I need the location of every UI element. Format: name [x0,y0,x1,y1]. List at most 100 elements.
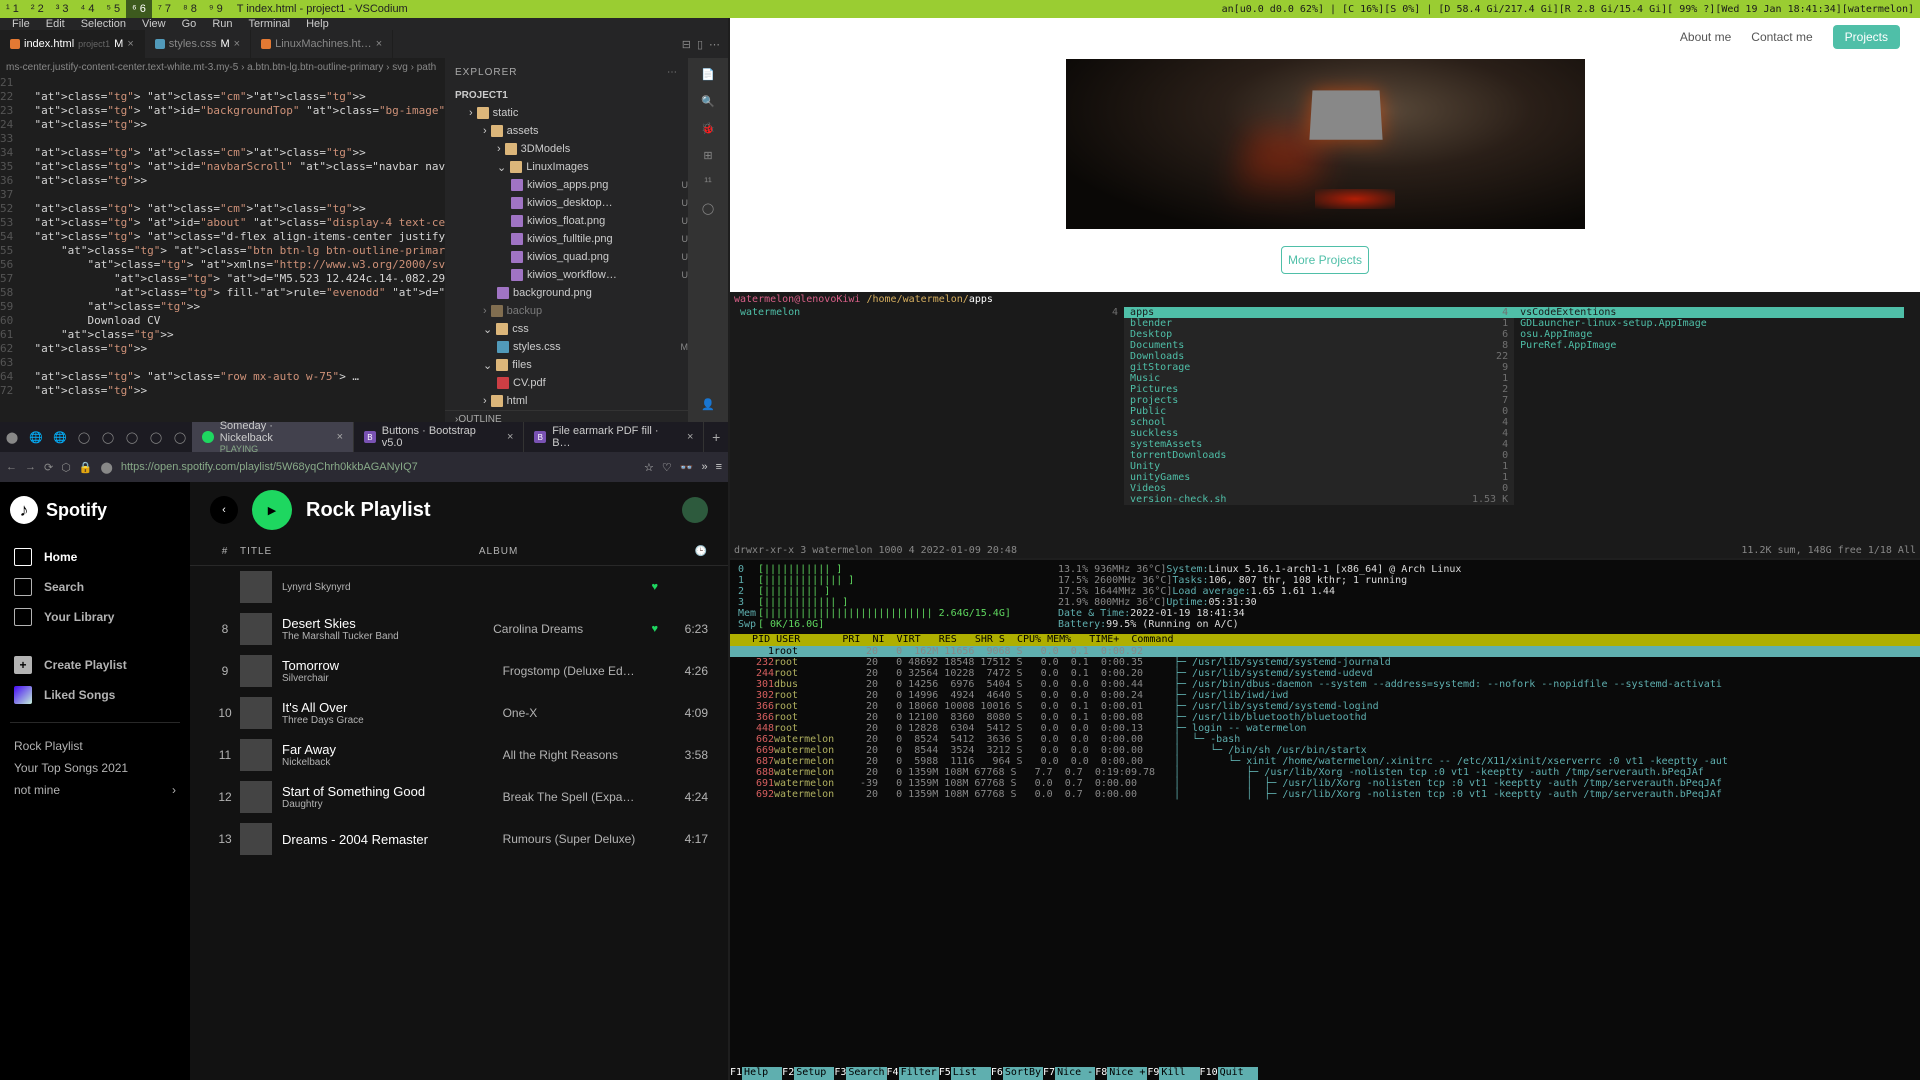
lf-entry[interactable]: suckless4 [1124,428,1514,439]
lf-entry[interactable]: projects7 [1124,395,1514,406]
process-row[interactable]: 366 root 20 0 18060 10008 10016 S 0.0 0.… [730,701,1920,712]
workspace-1[interactable]: ¹ 1 [0,0,25,18]
track-row[interactable]: 8Desert SkiesThe Marshall Tucker BandCar… [190,608,728,650]
lf-entry[interactable]: GDLauncher-linux-setup.AppImage [1514,318,1904,329]
process-row[interactable]: 688 watermelon 20 0 1359M 108M 67768 S 7… [730,767,1920,778]
pinned-tab-icon[interactable]: ⬤ [0,431,24,444]
play-button[interactable]: ▶ [252,490,292,530]
process-row[interactable]: 448 root 20 0 12828 6304 5412 S 0.0 0.0 … [730,723,1920,734]
code-area[interactable]: 2122232433343536375253545556575859606162… [0,76,445,446]
lf-entry[interactable]: apps4 [1124,307,1514,318]
menu-go[interactable]: Go [174,18,205,30]
pinned-tab-icon[interactable]: ◯ [144,431,168,444]
shield-icon[interactable]: ⬡ [61,461,71,474]
url-field[interactable]: https://open.spotify.com/playlist/5W68yq… [121,461,636,473]
user-avatar[interactable] [682,497,708,523]
toolbar-icon[interactable]: ≡ [716,461,722,474]
lf-entry[interactable]: vsCodeExtentions [1514,307,1904,318]
track-row[interactable]: 12Start of Something GoodDaughtryBreak T… [190,776,728,818]
tree-item[interactable]: ⌄ css [445,320,688,338]
spotify-nav-item[interactable]: Search [10,572,180,602]
process-list[interactable]: 1 root 20 0 162M 11656 9068 S 0.0 0.1 0:… [730,646,1920,1067]
tree-item[interactable]: background.png [445,284,688,302]
spotify-nav-item[interactable]: Your Library [10,602,180,632]
browser-tab[interactable]: Someday · NickelbackPLAYING× [192,422,354,452]
editor-tab[interactable]: styles.cssM × [145,30,251,58]
lf-entry[interactable]: version-check.sh1.53 K [1124,494,1514,505]
tree-item[interactable]: › 3DModels [445,140,688,158]
file-tree[interactable]: PROJECT1 › static› assets› 3DModels⌄ Lin… [445,86,688,410]
nav-link-contact[interactable]: Contact me [1751,30,1812,44]
lf-current-col[interactable]: apps4blender1Desktop6Documents8Downloads… [1124,307,1514,505]
lf-entry[interactable]: blender1 [1124,318,1514,329]
debug-icon[interactable]: 🐞 [701,122,715,135]
tree-item[interactable]: kiwios_workflow…U [445,266,688,284]
htop-window[interactable]: 0[||||||||||| ]13.1% 936MHz 36°C] System… [730,560,1920,1080]
track-row[interactable]: 10It's All OverThree Days GraceOne-X4:09 [190,692,728,734]
pinned-tab-icon[interactable]: 🌐 [48,431,72,444]
workspace-5[interactable]: ⁵ 5 [100,0,126,18]
spotify-nav-item[interactable]: Liked Songs [10,680,180,710]
browser-tab[interactable]: BButtons · Bootstrap v5.0× [354,422,524,452]
track-row[interactable]: 11Far AwayNickelbackAll the Right Reason… [190,734,728,776]
lf-entry[interactable]: Documents8 [1124,340,1514,351]
playlist-item[interactable]: not mine› [10,779,180,801]
reload-button[interactable]: ⟳ [44,461,53,474]
process-row[interactable]: 691 watermelon -39 0 1359M 108M 67768 S … [730,778,1920,789]
track-row[interactable]: 13Dreams - 2004 RemasterRumours (Super D… [190,818,728,860]
lf-entry[interactable]: osu.AppImage [1514,329,1904,340]
pinned-tab-icon[interactable]: 🌐 [24,431,48,444]
permission-icon[interactable]: ⬤ [101,461,113,474]
tree-item[interactable]: kiwios_apps.pngU [445,176,688,194]
track-row[interactable]: 9TomorrowSilverchairFrogstomp (Deluxe Ed… [190,650,728,692]
process-row[interactable]: 669 watermelon 20 0 8544 3524 3212 S 0.0… [730,745,1920,756]
process-row[interactable]: 366 root 20 0 12100 8360 8080 S 0.0 0.1 … [730,712,1920,723]
menu-run[interactable]: Run [204,18,240,30]
search-icon[interactable]: 🔍 [701,95,715,108]
process-row[interactable]: 302 root 20 0 14996 4924 4640 S 0.0 0.0 … [730,690,1920,701]
toolbar-icon[interactable]: ♡ [662,461,672,474]
tree-item[interactable]: › assets [445,122,688,140]
lf-entry[interactable]: gitStorage9 [1124,362,1514,373]
lf-entry[interactable]: Public0 [1124,406,1514,417]
process-header[interactable]: PID USER PRI NI VIRT RES SHR S CPU% MEM%… [730,634,1920,646]
menu-edit[interactable]: Edit [38,18,73,30]
tracklist[interactable]: Lynyrd Skynyrd♥8Desert SkiesThe Marshall… [190,566,728,860]
menu-view[interactable]: View [134,18,174,30]
tree-item[interactable]: › static [445,104,688,122]
workspace-6[interactable]: ⁶ 6 [126,0,152,18]
account-icon[interactable]: 👤 [701,398,715,411]
editor-tab[interactable]: LinuxMachines.ht… × [251,30,393,58]
spotify-logo[interactable]: ♪ Spotify [10,496,180,524]
menu-help[interactable]: Help [298,18,337,30]
back-button[interactable]: ← [6,461,17,473]
lf-entry[interactable]: Pictures2 [1124,384,1514,395]
projects-button[interactable]: Projects [1833,25,1900,49]
toolbar-icon[interactable]: ☆ [644,461,654,474]
pinned-tab-icon[interactable]: ◯ [120,431,144,444]
lf-preview-col[interactable]: vsCodeExtentionsGDLauncher-linux-setup.A… [1514,307,1904,505]
pinned-tab-icon[interactable]: ◯ [72,431,96,444]
lf-entry[interactable]: unityGames1 [1124,472,1514,483]
lf-entry[interactable]: Unity1 [1124,461,1514,472]
forward-button[interactable]: → [25,461,36,473]
nav-back-button[interactable]: ‹ [210,496,238,524]
extensions-icon[interactable]: ⊞ [703,149,712,162]
workspace-2[interactable]: ² 2 [25,0,50,18]
tree-item[interactable]: › html [445,392,688,410]
lf-entry[interactable]: PureRef.AppImage [1514,340,1904,351]
menu-selection[interactable]: Selection [73,18,134,30]
compare-icon[interactable]: ⊟ [682,38,691,51]
pinned-tab-icon[interactable]: ◯ [168,431,192,444]
playlist-item[interactable]: Your Top Songs 2021 [10,757,180,779]
tree-item[interactable]: kiwios_desktop…U [445,194,688,212]
lf-entry[interactable]: Videos0 [1124,483,1514,494]
lf-entry[interactable]: systemAssets4 [1124,439,1514,450]
github-icon[interactable]: ◯ [702,202,714,215]
lf-entry[interactable]: Music1 [1124,373,1514,384]
new-tab-button[interactable]: + [704,429,728,445]
project-root[interactable]: PROJECT1 [445,86,688,104]
spotify-nav-item[interactable]: +Create Playlist [10,650,180,680]
playlist-item[interactable]: Rock Playlist [10,735,180,757]
process-row[interactable]: 692 watermelon 20 0 1359M 108M 67768 S 0… [730,789,1920,800]
